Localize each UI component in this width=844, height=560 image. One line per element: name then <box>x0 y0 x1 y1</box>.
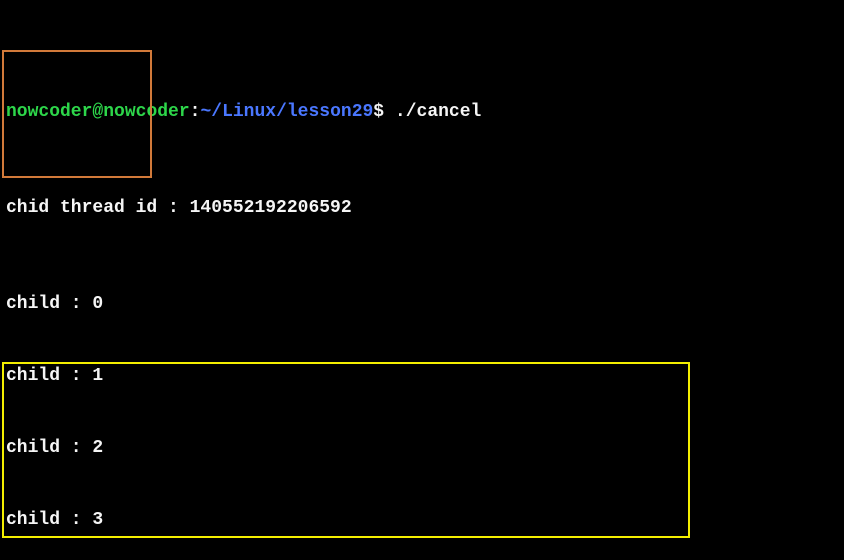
child-line: child : 0 <box>6 292 838 316</box>
user-host: nowcoder@nowcoder <box>6 102 190 122</box>
chid-thread-line-1: chid thread id : 140552192206592 <box>6 196 838 220</box>
prompt-line-1: nowcoder@nowcoder:~/Linux/lesson29$ ./ca… <box>6 100 838 124</box>
terminal-window[interactable]: nowcoder@nowcoder:~/Linux/lesson29$ ./ca… <box>0 0 844 560</box>
command-1: ./cancel <box>395 102 481 122</box>
child-line: child : 2 <box>6 436 838 460</box>
cwd: ~/Linux/lesson29 <box>200 102 373 122</box>
child-line: child : 3 <box>6 508 838 532</box>
child-line: child : 1 <box>6 364 838 388</box>
